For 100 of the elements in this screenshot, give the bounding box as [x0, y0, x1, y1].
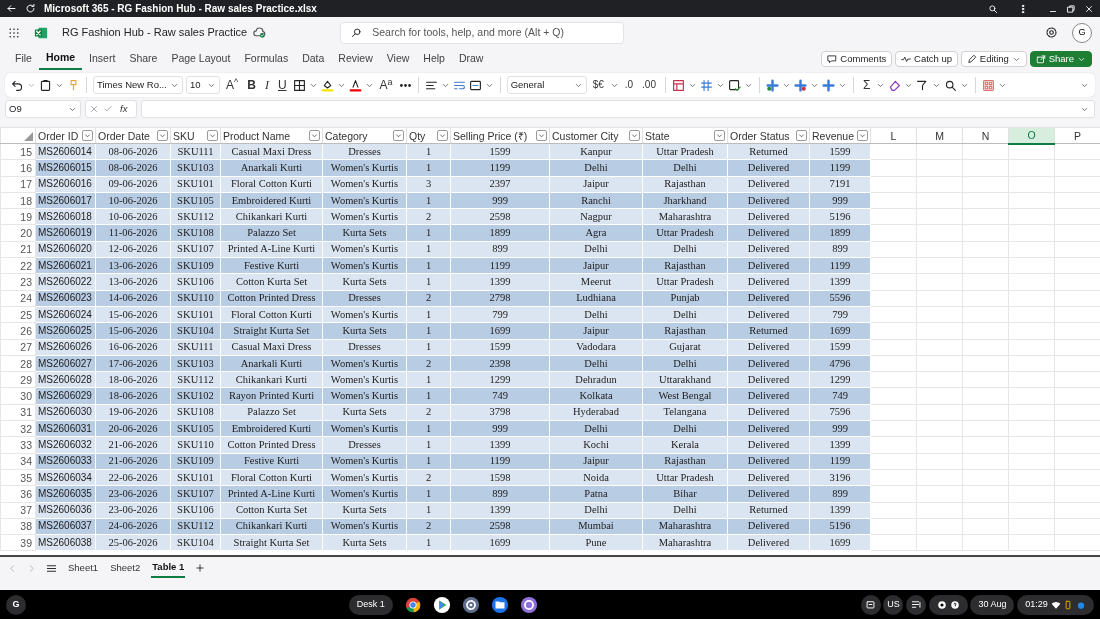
- filter-button[interactable]: [714, 130, 725, 141]
- back-icon[interactable]: [6, 3, 17, 14]
- font-select[interactable]: Times New Ro...: [93, 76, 183, 94]
- currency-button[interactable]: $€: [589, 80, 607, 90]
- desk-button[interactable]: Desk 1: [348, 594, 393, 615]
- browser-icon[interactable]: [403, 595, 422, 614]
- ribbon-tab[interactable]: Data: [295, 49, 332, 69]
- column-header: Revenue: [812, 128, 855, 143]
- bold-button[interactable]: B: [244, 79, 259, 91]
- sheet-tab[interactable]: Sheet2: [109, 558, 142, 578]
- merge-icon[interactable]: [468, 78, 482, 92]
- app-launcher-icon[interactable]: [8, 26, 20, 39]
- fill-color-icon[interactable]: [320, 78, 334, 92]
- column-header[interactable]: N: [962, 127, 1009, 144]
- filter-button[interactable]: [207, 130, 218, 141]
- folder-icon[interactable]: [490, 595, 509, 614]
- ribbon-tab[interactable]: Formulas: [237, 49, 296, 69]
- column-header[interactable]: O: [1008, 127, 1055, 144]
- filter-button[interactable]: [796, 130, 807, 141]
- search-icon[interactable]: [944, 78, 958, 92]
- ribbon-tab[interactable]: View: [379, 49, 417, 69]
- underline-button[interactable]: U: [274, 79, 290, 91]
- caret-icon: [631, 132, 638, 139]
- sheet-tab[interactable]: Sheet1: [67, 558, 100, 578]
- cancel-icon[interactable]: [89, 104, 99, 114]
- filter-button[interactable]: [536, 130, 547, 141]
- select-all-icon[interactable]: [24, 132, 33, 142]
- header-button[interactable]: Editing: [960, 51, 1027, 67]
- ribbon-tab[interactable]: Draw: [451, 49, 491, 69]
- ribbon-tab[interactable]: Insert: [82, 49, 123, 69]
- ribbon-tab[interactable]: Help: [416, 49, 452, 69]
- share-icon: [1035, 54, 1046, 64]
- formula-input[interactable]: [141, 100, 1095, 118]
- filter-button[interactable]: [309, 130, 320, 141]
- decimal-button[interactable]: .00: [639, 80, 659, 90]
- autosum-button[interactable]: Σ: [860, 79, 874, 91]
- header-button[interactable]: Catch up: [895, 51, 959, 67]
- name-box[interactable]: O9: [5, 100, 81, 118]
- ribbon-tab[interactable]: Page Layout: [164, 49, 238, 69]
- filter-button[interactable]: [157, 130, 168, 141]
- ribbon-tab[interactable]: File: [8, 49, 39, 69]
- ribbon-tab[interactable]: Home: [38, 48, 83, 70]
- borders-icon[interactable]: [292, 78, 306, 92]
- column-header[interactable]: L: [870, 127, 917, 144]
- play-store-icon[interactable]: [432, 595, 451, 614]
- filter-button[interactable]: [393, 130, 404, 141]
- number-format-select[interactable]: General: [506, 76, 587, 94]
- zoom-icon[interactable]: [988, 3, 998, 14]
- decimal-button[interactable]: .0: [621, 80, 637, 90]
- conditional-format-icon[interactable]: [672, 78, 685, 92]
- pulse-icon: [901, 54, 912, 64]
- font-size-select[interactable]: 10: [186, 76, 220, 94]
- column-header: Order ID: [38, 128, 79, 143]
- search-input[interactable]: Search for tools, help, and more (Alt + Q): [370, 23, 614, 42]
- italic-button[interactable]: I: [261, 79, 272, 91]
- document-name: RG Fashion Hub - Raw sales Practice: [62, 25, 248, 41]
- font-color-icon[interactable]: [348, 78, 362, 92]
- launcher-button[interactable]: G: [6, 594, 26, 615]
- ribbon-tab[interactable]: Review: [331, 49, 380, 69]
- filter-button[interactable]: [437, 130, 448, 141]
- header-button[interactable]: Comments: [821, 51, 893, 67]
- delete-cells-icon[interactable]: [794, 78, 807, 92]
- clipboard-icon[interactable]: [39, 78, 52, 92]
- header-button[interactable]: Share: [1029, 51, 1092, 67]
- filter-button[interactable]: [629, 130, 640, 141]
- column-header[interactable]: M: [916, 127, 963, 144]
- text-effects-button[interactable]: A$^{a}$: [376, 79, 396, 91]
- sheet-tab[interactable]: Table 1: [151, 557, 186, 579]
- avatar[interactable]: G: [1072, 22, 1092, 43]
- add-ins-icon[interactable]: [982, 78, 996, 92]
- column-header[interactable]: P: [1054, 127, 1100, 144]
- reload-icon[interactable]: [25, 3, 36, 14]
- app-icon[interactable]: [519, 595, 538, 614]
- cell-styles-icon[interactable]: [728, 78, 741, 92]
- filter-button[interactable]: [82, 130, 93, 141]
- playlist-icon[interactable]: [910, 599, 922, 610]
- eraser-icon[interactable]: [888, 78, 902, 92]
- record-icon[interactable]: [936, 599, 947, 610]
- insert-function-button[interactable]: fx: [117, 104, 131, 114]
- menu-icon[interactable]: [46, 562, 57, 574]
- date-button[interactable]: 30 Aug: [970, 594, 1015, 615]
- help-icon[interactable]: [949, 599, 960, 610]
- caret-icon: [859, 132, 866, 139]
- undo-icon[interactable]: [11, 78, 24, 92]
- column-header: Qty: [409, 128, 426, 143]
- close-icon[interactable]: [1084, 3, 1094, 14]
- format-cells-icon[interactable]: [822, 78, 835, 92]
- caret-icon: [395, 132, 402, 139]
- grow-font-button[interactable]: A$^{^}$: [223, 79, 242, 91]
- filter-button[interactable]: [857, 130, 868, 141]
- ribbon-tab[interactable]: Share: [122, 49, 165, 69]
- keyboard-layout-button[interactable]: US: [883, 594, 904, 615]
- format-painter-icon[interactable]: [67, 78, 80, 92]
- format-table-icon[interactable]: [700, 78, 713, 92]
- search-field[interactable]: Search for tools, help, and more (Alt + Q): [340, 21, 625, 44]
- insert-cells-icon[interactable]: [766, 78, 779, 92]
- restore-icon[interactable]: [1066, 3, 1076, 14]
- confirm-icon[interactable]: [103, 104, 113, 114]
- column-header: Selling Price (₹): [453, 128, 528, 143]
- add-sheet-icon[interactable]: [195, 563, 206, 573]
